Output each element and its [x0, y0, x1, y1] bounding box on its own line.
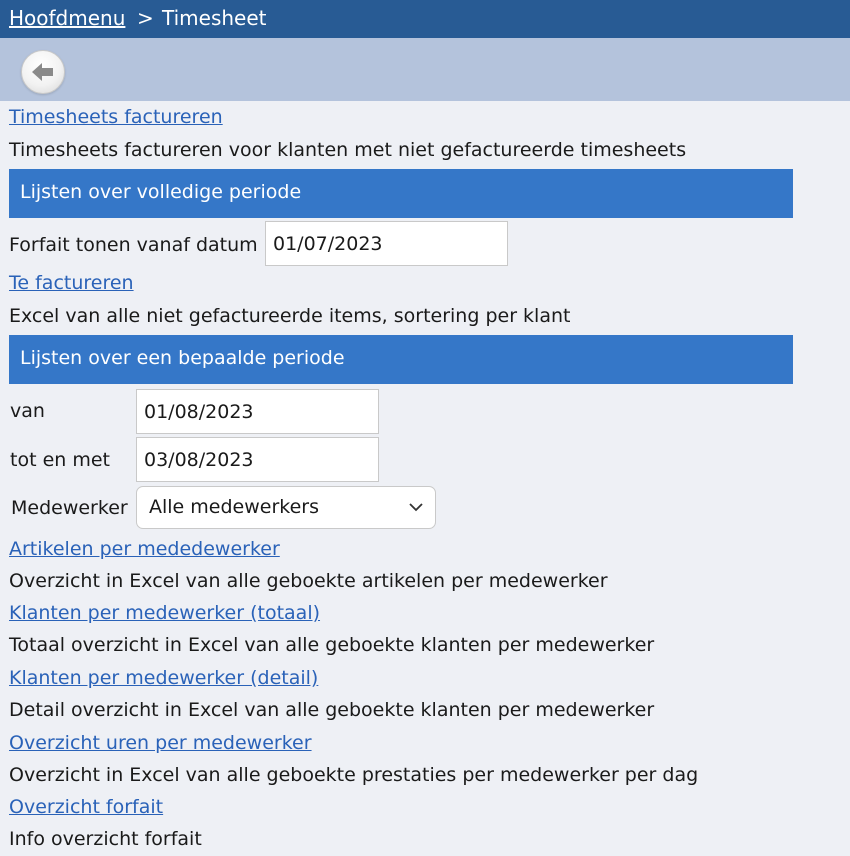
report-link-forfait[interactable]: Overzicht forfait	[9, 796, 163, 818]
te-factureren-description: Excel van alle niet gefactureerde items,…	[9, 305, 571, 327]
breadcrumb-current: Timesheet	[162, 6, 267, 30]
breadcrumb-home-link[interactable]: Hoofdmenu	[9, 6, 125, 30]
report-description-forfait: Info overzicht forfait	[9, 828, 202, 850]
chevron-down-icon	[409, 503, 423, 512]
timesheets-factureren-link[interactable]: Timesheets factureren	[9, 106, 223, 128]
toolbar	[0, 38, 850, 101]
forfait-date-label: Forfait tonen vanaf datum	[9, 234, 258, 256]
from-date-input[interactable]	[136, 389, 379, 434]
report-description-artikelen: Overzicht in Excel van alle geboekte art…	[9, 570, 608, 592]
report-description-klanten-detail: Detail overzicht in Excel van alle geboe…	[9, 699, 655, 721]
report-description-uren: Overzicht in Excel van alle geboekte pre…	[9, 764, 699, 786]
arrow-left-icon	[32, 63, 53, 81]
back-button[interactable]	[21, 50, 65, 94]
report-link-klanten-detail[interactable]: Klanten per medewerker (detail)	[9, 667, 318, 689]
employee-select[interactable]: Alle medewerkers	[136, 486, 436, 529]
report-description-klanten-totaal: Totaal overzicht in Excel van alle geboe…	[9, 634, 655, 656]
breadcrumb-separator: >	[137, 6, 154, 30]
te-factureren-link[interactable]: Te factureren	[9, 272, 134, 294]
forfait-date-input[interactable]	[265, 221, 508, 266]
section-header-period: Lijsten over een bepaalde periode	[9, 335, 793, 384]
section-header-full-period: Lijsten over volledige periode	[9, 169, 793, 218]
timesheets-factureren-description: Timesheets factureren voor klanten met n…	[9, 139, 687, 161]
from-date-label: van	[10, 400, 45, 422]
report-link-artikelen[interactable]: Artikelen per mededewerker	[9, 538, 280, 560]
to-date-label: tot en met	[10, 449, 110, 471]
employee-label: Medewerker	[11, 497, 128, 519]
report-link-klanten-totaal[interactable]: Klanten per medewerker (totaal)	[9, 602, 320, 624]
to-date-input[interactable]	[136, 437, 379, 482]
report-link-uren[interactable]: Overzicht uren per medewerker	[9, 732, 312, 754]
employee-select-value: Alle medewerkers	[149, 496, 319, 518]
breadcrumb-bar: Hoofdmenu > Timesheet	[0, 0, 850, 38]
